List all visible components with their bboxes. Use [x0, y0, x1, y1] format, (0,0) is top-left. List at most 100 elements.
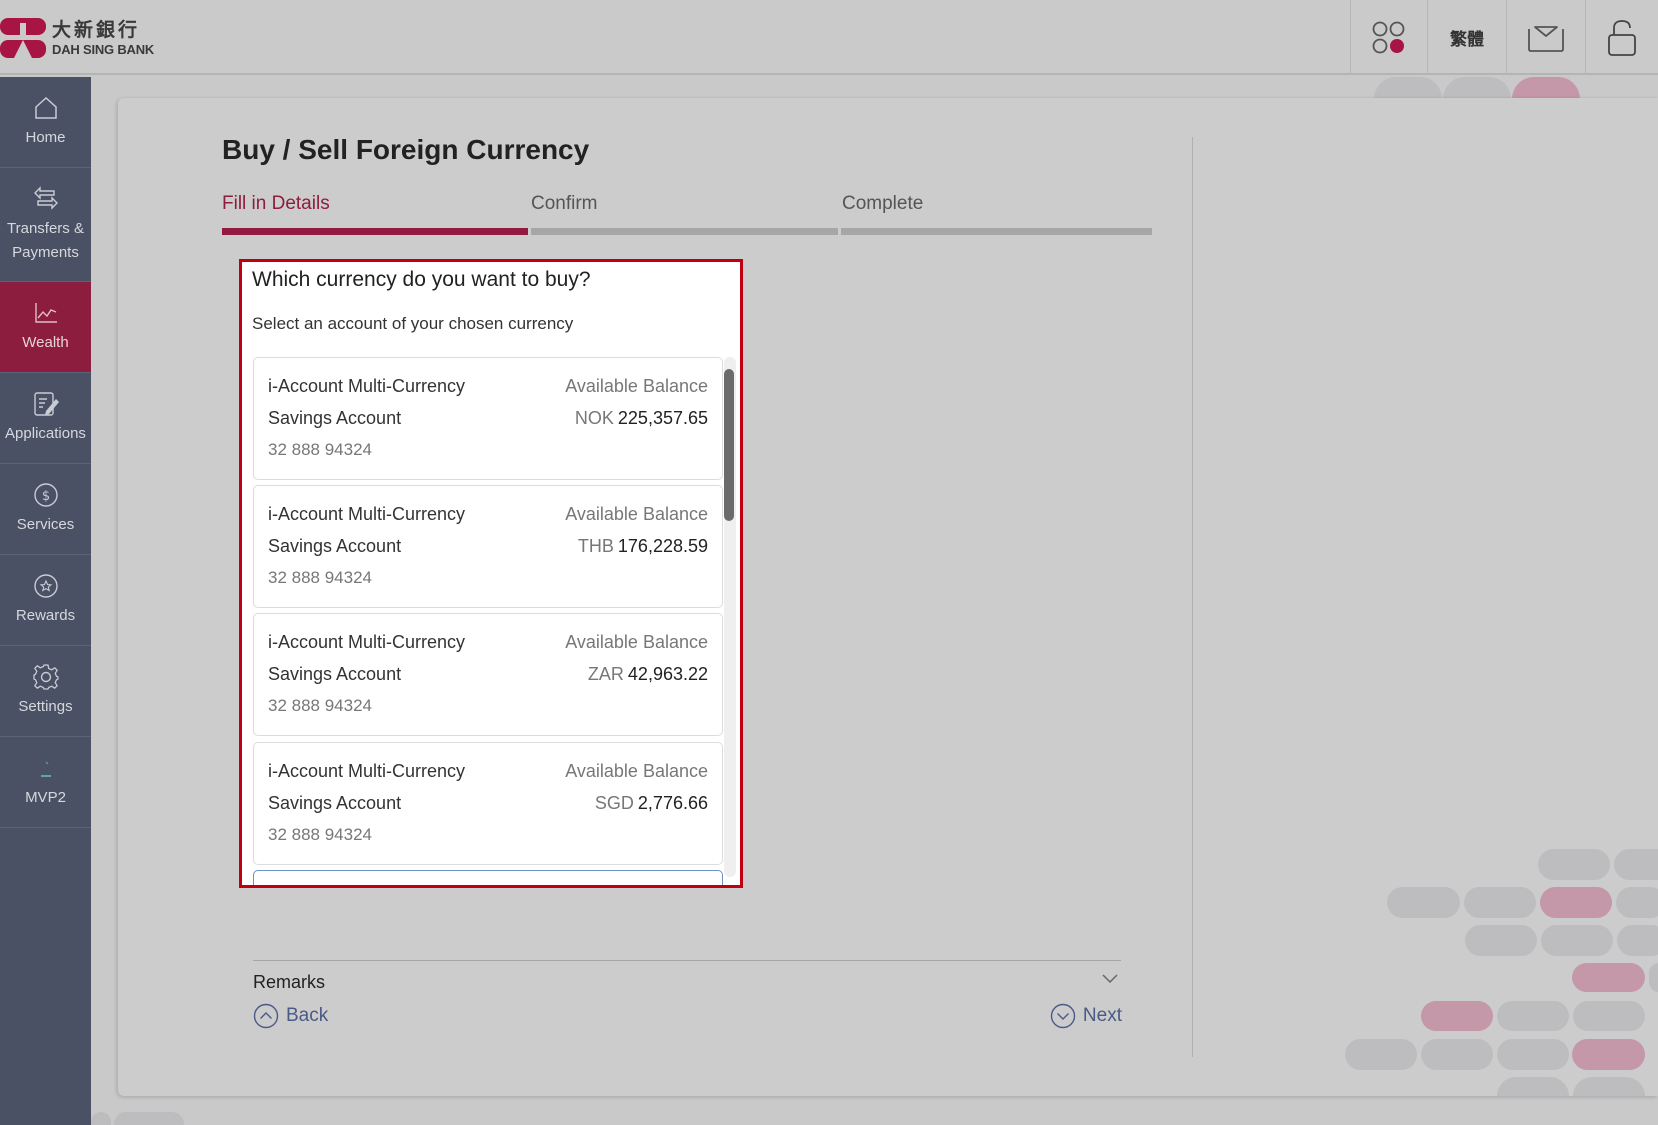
- decorative-pill: [91, 1112, 111, 1125]
- apps-button[interactable]: [1350, 0, 1427, 75]
- currency-selection-panel: Which currency do you want to buy? Selec…: [239, 259, 743, 888]
- sidebar-item-settings[interactable]: Settings: [0, 646, 91, 737]
- remarks-divider: [253, 960, 1121, 961]
- account-name-line2: Savings Account: [268, 536, 402, 556]
- decorative-pill: [1614, 849, 1658, 880]
- account-option[interactable]: i-Account Multi-Currency Savings Account…: [253, 357, 723, 480]
- balance-value: ZAR 42,963.22: [588, 664, 708, 685]
- account-list-scroll-thumb[interactable]: [724, 369, 734, 521]
- decorative-pill: [1497, 1001, 1569, 1031]
- sidebar-item-label: Settings: [18, 698, 73, 715]
- sidebar-item-label: Applications: [5, 425, 86, 442]
- account-list: i-Account Multi-Currency Savings Account…: [253, 357, 723, 885]
- logout-lock-icon: [1608, 19, 1636, 56]
- account-option[interactable]: i-Account Multi-Currency Savings Account…: [253, 485, 723, 608]
- decorative-pill: [1374, 77, 1442, 99]
- balance-amount: 176,228.59: [617, 536, 708, 556]
- account-option[interactable]: i-Account Multi-Currency Savings Account…: [253, 742, 723, 865]
- account-name-line2: Savings Account: [268, 664, 402, 684]
- bank-logo-icon: [0, 18, 46, 58]
- decorative-pill: [1540, 887, 1612, 918]
- balance-value: SGD 2,776.66: [595, 793, 708, 814]
- back-button[interactable]: Back: [253, 1003, 328, 1029]
- apps-grid-icon: [1372, 21, 1405, 53]
- chevron-down-icon[interactable]: [1100, 972, 1120, 986]
- sidebar-item-home[interactable]: Home: [0, 77, 91, 168]
- currency-question: Which currency do you want to buy?: [252, 268, 591, 291]
- balance-label: Available Balance: [565, 761, 708, 781]
- decorative-pill: [114, 1112, 184, 1125]
- balance-currency: ZAR: [587, 664, 624, 684]
- decorative-pill: [1538, 849, 1610, 880]
- sidebar-item-wealth[interactable]: Wealth: [0, 282, 91, 373]
- sidebar-item-label: MVP2: [25, 789, 66, 806]
- account-instruction: Select an account of your chosen currenc…: [252, 314, 574, 333]
- bank-name-chinese: 大新銀行: [52, 18, 141, 41]
- decorative-pill: [1497, 1077, 1569, 1096]
- page-title: Buy / Sell Foreign Currency: [222, 134, 590, 165]
- step-progress-bar-2: [531, 228, 838, 235]
- account-option-partial[interactable]: [253, 870, 723, 885]
- balance-label: Available Balance: [565, 632, 708, 652]
- balance-amount: 225,357.65: [617, 408, 708, 428]
- account-name-line2: Savings Account: [268, 793, 402, 813]
- account-name-line1: i-Account Multi-Currency: [268, 632, 466, 652]
- account-number: 32 888 94324: [268, 568, 372, 587]
- mvp-icon: [40, 761, 51, 777]
- account-number: 32 888 94324: [268, 440, 372, 459]
- decorative-pill: [1572, 963, 1645, 992]
- form-edit-icon: [33, 392, 59, 416]
- sidebar-item-applications[interactable]: Applications: [0, 373, 91, 464]
- sidebar-item-label: Services: [16, 516, 75, 533]
- account-name-line1: i-Account Multi-Currency: [268, 504, 466, 524]
- decorative-pill: [1464, 887, 1536, 918]
- decorative-pill: [1573, 1001, 1645, 1031]
- sidebar-item-mvp2[interactable]: MVP2: [0, 737, 91, 828]
- account-name-line1: i-Account Multi-Currency: [268, 376, 466, 396]
- vertical-divider: [1192, 137, 1193, 1057]
- sidebar-item-label: Wealth: [22, 334, 69, 351]
- logout-button[interactable]: [1585, 0, 1658, 75]
- balance-currency: THB: [577, 536, 614, 556]
- account-option[interactable]: i-Account Multi-Currency Savings Account…: [253, 613, 723, 736]
- step-confirm: Confirm: [531, 193, 598, 214]
- mail-icon: [1528, 25, 1564, 52]
- next-label: Next: [1082, 1005, 1122, 1026]
- decorative-pill: [1616, 887, 1658, 918]
- sidebar-item-label: Home: [25, 129, 66, 146]
- mail-button[interactable]: [1506, 0, 1585, 75]
- decorative-pill: [1541, 925, 1613, 956]
- sidebar-item-transfers-payments[interactable]: Transfers & Payments: [0, 168, 91, 282]
- step-progress-bar-1: [222, 228, 528, 235]
- dah-sing-bank-logo[interactable]: 大新銀行 DAH SING BANK: [0, 18, 154, 58]
- balance-amount: 42,963.22: [627, 664, 708, 684]
- chevron-up-circle-icon: [253, 1003, 279, 1029]
- sidebar-item-rewards[interactable]: Rewards: [0, 555, 91, 646]
- balance-label: Available Balance: [565, 504, 708, 524]
- decorative-pill: [1443, 77, 1511, 99]
- decorative-pill: [1421, 1001, 1493, 1031]
- back-label: Back: [286, 1005, 329, 1026]
- home-icon: [34, 96, 57, 119]
- balance-label: Available Balance: [565, 376, 708, 396]
- next-button[interactable]: Next: [1050, 1003, 1122, 1029]
- sidebar-nav: Home Transfers & Payments Wealth Applica…: [0, 77, 91, 1125]
- step-fill-in-details: Fill in Details: [222, 193, 330, 214]
- sidebar-item-services[interactable]: $ Services: [0, 464, 91, 555]
- remarks-toggle[interactable]: Remarks: [253, 972, 325, 993]
- balance-value: THB 176,228.59: [578, 536, 708, 557]
- decorative-pill: [1649, 963, 1658, 992]
- step-complete: Complete: [842, 193, 924, 214]
- account-number: 32 888 94324: [268, 696, 372, 715]
- step-progress-bar-3: [841, 228, 1152, 235]
- decorative-pill: [1465, 925, 1537, 956]
- top-header: 大新銀行 DAH SING BANK 繁體: [0, 0, 1658, 75]
- bank-name-english: DAH SING BANK: [52, 41, 155, 57]
- transfer-arrows-icon: [33, 185, 58, 210]
- account-name-line1: i-Account Multi-Currency: [268, 761, 466, 781]
- decorative-pill: [1512, 77, 1580, 99]
- decorative-pill: [1387, 887, 1460, 918]
- language-toggle-button[interactable]: 繁體: [1427, 0, 1506, 75]
- balance-value: NOK 225,357.65: [575, 408, 708, 429]
- svg-text:$: $: [41, 489, 49, 504]
